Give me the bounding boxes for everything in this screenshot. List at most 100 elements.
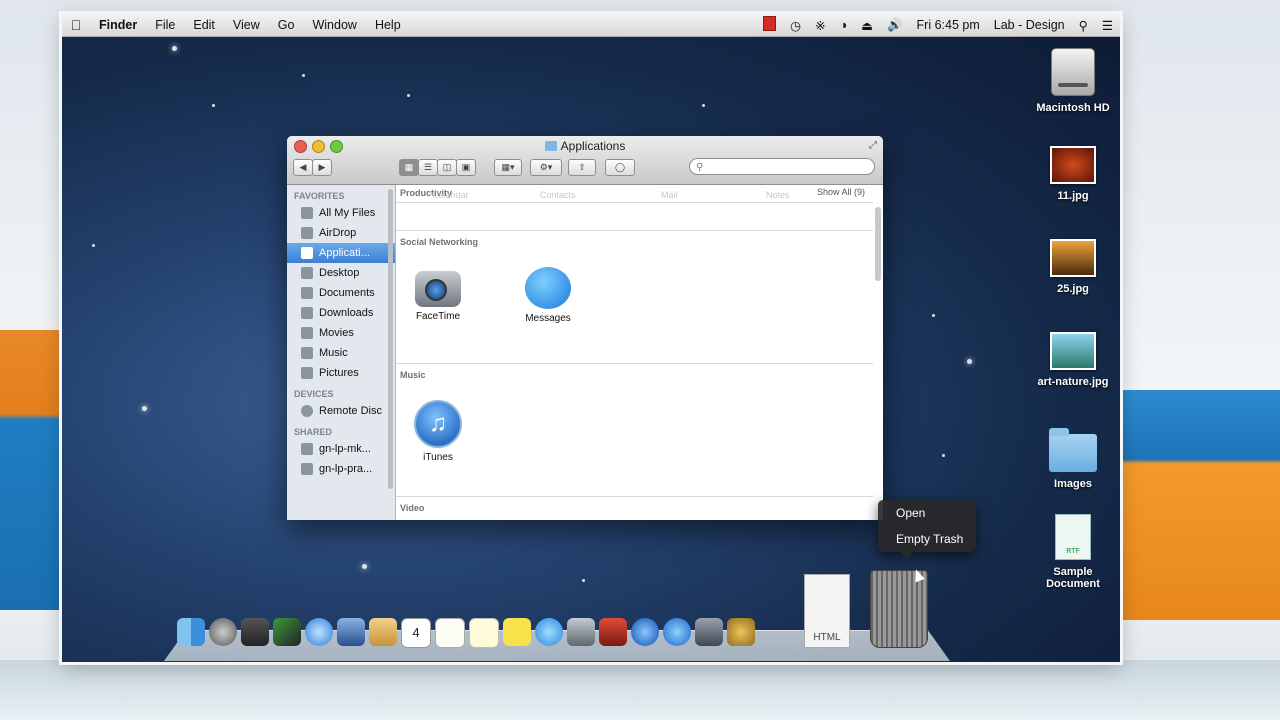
sidebar-item-desktop[interactable]: Desktop	[287, 263, 395, 283]
launchpad-icon[interactable]	[209, 618, 237, 646]
reminders-icon[interactable]	[435, 618, 465, 648]
menu-item-open[interactable]: Open	[878, 500, 976, 526]
share-button[interactable]: ⇧	[568, 159, 596, 176]
sidebar-item-downloads[interactable]: Downloads	[287, 303, 395, 323]
html-document-icon[interactable]: HTML	[804, 574, 850, 648]
itunes-icon: ♫	[414, 400, 462, 448]
contacts-icon[interactable]	[369, 618, 397, 646]
image-thumbnail-icon	[1050, 332, 1096, 370]
desktop-icon-25jpg[interactable]: 25.jpg	[1028, 239, 1118, 295]
record-icon[interactable]	[756, 16, 783, 34]
sidebar-item-music[interactable]: Music	[287, 343, 395, 363]
keychain-icon[interactable]	[727, 618, 755, 646]
menu-go[interactable]: Go	[269, 18, 304, 32]
volume-icon[interactable]: 🔊	[880, 18, 910, 33]
desktop-icon-macintosh-hd[interactable]: Macintosh HD	[1028, 48, 1118, 114]
menu-view[interactable]: View	[224, 18, 269, 32]
folder-icon	[1049, 428, 1097, 472]
ghost-label-contacts: Contacts	[540, 190, 576, 200]
system-preferences-icon[interactable]	[695, 618, 723, 646]
app-store-icon[interactable]	[663, 618, 691, 646]
forward-button[interactable]: ▶	[312, 159, 332, 176]
search-field[interactable]: ⚲	[689, 158, 875, 175]
menu-clock[interactable]: Fri 6:45 pm	[910, 18, 987, 32]
desktop-screen:  Finder File Edit View Go Window Help ◷…	[62, 14, 1120, 662]
spotlight-icon[interactable]: ⚲	[1072, 18, 1095, 33]
action-gear-button[interactable]: ⚙▾	[530, 159, 562, 176]
back-button[interactable]: ◀	[293, 159, 313, 176]
menu-help[interactable]: Help	[366, 18, 410, 32]
sidebar-item-applications[interactable]: Applicati...	[287, 243, 395, 263]
eject-icon[interactable]: ⏏	[854, 18, 880, 33]
star	[92, 244, 95, 247]
movies-icon	[301, 327, 313, 339]
menu-edit[interactable]: Edit	[184, 18, 224, 32]
finder-content: Productivity Calendar Contacts Mail Note…	[396, 185, 883, 520]
notification-center-icon[interactable]: ☰	[1095, 18, 1120, 33]
menu-window[interactable]: Window	[303, 18, 365, 32]
itunes-dock-icon[interactable]	[631, 618, 659, 646]
dashboard-icon[interactable]	[273, 618, 301, 646]
section-social-networking: Social Networking	[400, 237, 479, 247]
desktop-icon-images-folder[interactable]: Images	[1028, 428, 1118, 490]
sidebar-item-movies[interactable]: Movies	[287, 323, 395, 343]
backdrop-left	[0, 330, 70, 610]
star	[407, 94, 410, 97]
column-view-button[interactable]: ◫	[437, 159, 457, 176]
sidebar-item-shared-2[interactable]: gn-lp-pra...	[287, 459, 395, 479]
mission-control-icon[interactable]	[241, 618, 269, 646]
sidebar-scrollbar[interactable]	[388, 189, 393, 489]
sidebar-item-remote-disc[interactable]: Remote Disc	[287, 401, 395, 421]
sidebar-item-airdrop[interactable]: AirDrop	[287, 223, 395, 243]
trash-icon[interactable]	[870, 570, 928, 648]
safari-icon[interactable]	[305, 618, 333, 646]
menu-user[interactable]: Lab - Design	[987, 18, 1072, 32]
notes-icon[interactable]	[469, 618, 499, 648]
all-files-icon	[301, 207, 313, 219]
sidebar-item-all-my-files[interactable]: All My Files	[287, 203, 395, 223]
menu-file[interactable]: File	[146, 18, 184, 32]
arrange-button[interactable]: ▦▾	[494, 159, 522, 176]
star	[967, 359, 972, 364]
ghost-label-notes: Notes	[766, 190, 790, 200]
content-scrollbar[interactable]	[875, 207, 881, 281]
facetime-dock-icon[interactable]	[567, 618, 595, 646]
sidebar-item-pictures[interactable]: Pictures	[287, 363, 395, 383]
time-machine-icon[interactable]: ◷	[783, 18, 808, 33]
coverflow-view-button[interactable]: ▣	[456, 159, 476, 176]
star	[942, 454, 945, 457]
menu-bar:  Finder File Edit View Go Window Help ◷…	[62, 14, 1120, 37]
app-messages[interactable]: Messages	[508, 267, 588, 324]
trash-context-menu: Open Empty Trash	[878, 500, 976, 559]
app-facetime[interactable]: FaceTime	[398, 271, 478, 322]
sidebar-item-documents[interactable]: Documents	[287, 283, 395, 303]
photo-booth-icon[interactable]	[599, 618, 627, 646]
app-itunes[interactable]: ♫ iTunes	[398, 400, 478, 463]
desktop-icon-label: 25.jpg	[1057, 283, 1089, 295]
stickies-icon[interactable]	[503, 618, 531, 646]
messages-icon	[525, 267, 571, 309]
calendar-icon[interactable]: 4	[401, 618, 431, 648]
apple-menu-icon[interactable]: 	[62, 17, 90, 33]
section-divider	[396, 230, 873, 231]
desktop-icon-11jpg[interactable]: 11.jpg	[1028, 146, 1118, 202]
wifi-icon[interactable]: ◑	[833, 18, 855, 32]
bluetooth-icon[interactable]: ※	[808, 18, 832, 33]
mail-icon[interactable]	[337, 618, 365, 646]
show-all-link[interactable]: Show All (9)	[817, 187, 865, 197]
menu-finder[interactable]: Finder	[90, 18, 146, 32]
finder-icon[interactable]	[177, 618, 205, 646]
desktop-icon-label: Sample Document	[1046, 566, 1100, 590]
section-divider	[396, 202, 873, 203]
menu-item-empty-trash[interactable]: Empty Trash	[878, 526, 976, 552]
fullscreen-icon[interactable]: ⤢	[869, 140, 877, 151]
star	[172, 46, 177, 51]
messages-dock-icon[interactable]	[535, 618, 563, 646]
tags-button[interactable]: ◯	[605, 159, 635, 176]
sidebar-header-devices: DEVICES	[294, 389, 334, 399]
desktop-icon-sample-document[interactable]: RTF Sample Document	[1028, 514, 1118, 590]
icon-view-button[interactable]: ▦	[399, 159, 419, 176]
sidebar-item-shared-1[interactable]: gn-lp-mk...	[287, 439, 395, 459]
desktop-icon-art-nature[interactable]: art-nature.jpg	[1028, 332, 1118, 388]
list-view-button[interactable]: ☰	[418, 159, 438, 176]
